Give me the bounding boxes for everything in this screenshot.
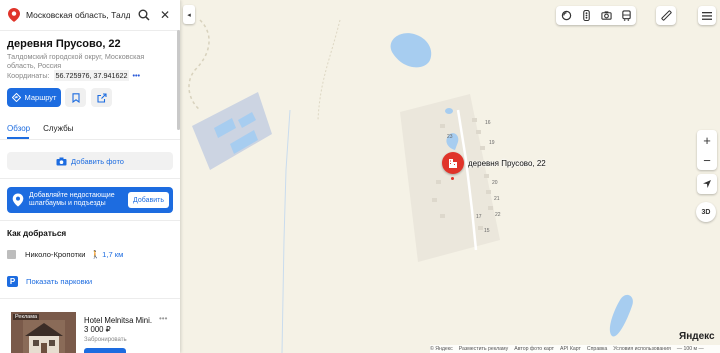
traffic-icon[interactable] xyxy=(576,6,596,25)
coordinates-label: Координаты: xyxy=(7,71,50,80)
station-distance: 🚶 1,7 км xyxy=(91,250,124,259)
hotel-photo xyxy=(23,320,65,353)
search-input[interactable]: Московская область, Талдомский xyxy=(26,10,130,20)
place-address: Талдомский городской округ, Московская о… xyxy=(7,52,145,70)
coordinates-value[interactable]: 56.725976, 37.941622 xyxy=(53,70,130,81)
house-number: 20 xyxy=(492,180,498,186)
collapse-panel-button[interactable]: ◂ xyxy=(183,5,195,24)
menu-button[interactable] xyxy=(698,6,716,25)
location-pin-icon xyxy=(12,193,24,207)
footer-photo-author-link[interactable]: Автор фото карт xyxy=(514,346,554,352)
tab-overview[interactable]: Обзор xyxy=(7,124,30,133)
dirt-track xyxy=(317,19,341,121)
house-number: 15 xyxy=(484,228,490,234)
lake xyxy=(609,294,633,337)
place-marker[interactable] xyxy=(442,152,464,174)
place-title: деревня Прусово, 22 xyxy=(7,38,121,50)
layers-icon[interactable] xyxy=(556,6,576,25)
route-button-label: Маршрут xyxy=(24,93,57,102)
ad-book-button[interactable] xyxy=(84,348,126,353)
bookmark-icon xyxy=(71,92,80,103)
ruler-icon[interactable] xyxy=(656,6,676,25)
promo-text: Добавляйте недостающие шлагбаумы и подъе… xyxy=(29,192,115,207)
zoom-in-button[interactable]: + xyxy=(697,130,717,150)
divider xyxy=(0,30,180,31)
map-layers-toolbar xyxy=(556,6,636,25)
close-icon[interactable]: ✕ xyxy=(160,9,170,21)
add-photo-label: Добавить фото xyxy=(71,156,124,166)
house-number: 19 xyxy=(489,140,495,146)
house-number: 23 xyxy=(447,134,453,140)
divider xyxy=(0,298,180,299)
yandex-logo: Яндекс xyxy=(679,331,715,342)
show-parking-label: Показать парковки xyxy=(26,277,93,286)
house-number: 17 xyxy=(476,214,482,220)
dirt-track xyxy=(188,19,210,111)
coordinates-row: Координаты: 56.725976, 37.941622 ••• xyxy=(7,70,140,81)
ad-status: Забронировать xyxy=(84,337,127,343)
ad-more-button[interactable]: ••• xyxy=(159,314,167,323)
place-panel: Московская область, Талдомский ✕ деревня… xyxy=(0,0,180,353)
footer-help-link[interactable]: Справка xyxy=(587,346,607,352)
station-name: Николо-Кропотки xyxy=(25,250,86,259)
promo-add-button[interactable]: Добавить xyxy=(128,192,169,208)
footer-copyright: © Яндекс xyxy=(430,346,453,352)
pond xyxy=(445,108,453,114)
marker-point xyxy=(451,177,454,180)
lake xyxy=(390,33,432,68)
footer-terms-link[interactable]: Условия использования xyxy=(613,346,671,352)
promo-banner: Добавляйте недостающие шлагбаумы и подъе… xyxy=(7,187,173,213)
parking-icon: P xyxy=(7,276,18,287)
coordinates-more-button[interactable]: ••• xyxy=(132,71,140,80)
camera-icon xyxy=(56,157,67,165)
scale-bar: — 100 м — xyxy=(676,346,704,352)
ad-badge: Реклама xyxy=(13,314,40,320)
ad-image[interactable]: Реклама xyxy=(11,312,76,353)
search-bar[interactable]: Московская область, Талдомский ✕ xyxy=(4,3,176,27)
location-pin-icon xyxy=(8,8,20,22)
panel-scrollbar[interactable] xyxy=(177,30,180,130)
search-icon[interactable] xyxy=(138,9,150,21)
walk-icon: 🚶 xyxy=(90,250,101,259)
marker-label: деревня Прусово, 22 xyxy=(468,159,546,168)
divider xyxy=(0,178,180,179)
menu-icon xyxy=(702,11,712,20)
my-location-button[interactable] xyxy=(697,174,717,194)
zoom-control: + − xyxy=(697,130,717,170)
directions-title: Как добраться xyxy=(7,229,67,238)
route-icon xyxy=(11,93,21,102)
divider xyxy=(0,220,180,221)
panorama-icon[interactable] xyxy=(596,6,616,25)
house-number: 22 xyxy=(495,212,501,218)
transit-icon[interactable] xyxy=(616,6,636,25)
map-tools-toolbar xyxy=(656,6,676,25)
ad-price: 3 000 ₽ xyxy=(84,325,111,334)
divider xyxy=(0,139,180,140)
place-tabs: Обзор Службы xyxy=(7,124,86,133)
share-button[interactable] xyxy=(91,88,112,107)
house-number: 21 xyxy=(494,196,500,202)
ad-hotel-name[interactable]: Hotel Melnitsa Mini. xyxy=(84,316,152,325)
show-parking-link[interactable]: P Показать парковки xyxy=(7,276,92,287)
station-distance-value: 1,7 км xyxy=(102,250,124,259)
footer-ad-link[interactable]: Разместить рекламу xyxy=(459,346,509,352)
stream xyxy=(281,109,291,353)
building-icon xyxy=(449,158,457,168)
station-icon xyxy=(7,250,16,259)
route-button[interactable]: Маршрут xyxy=(7,88,61,107)
house-number: 16 xyxy=(485,120,491,126)
bookmark-button[interactable] xyxy=(65,88,86,107)
share-icon xyxy=(96,92,107,103)
add-photo-button[interactable]: Добавить фото xyxy=(7,152,173,170)
map-footer: © Яндекс Разместить рекламу Автор фото к… xyxy=(430,345,720,353)
footer-api-link[interactable]: API Карт xyxy=(560,346,581,352)
tab-services[interactable]: Службы xyxy=(43,124,73,133)
nearest-station-row[interactable]: Николо-Кропотки 🚶 1,7 км xyxy=(7,250,123,259)
industrial-area xyxy=(192,92,272,170)
location-arrow-icon xyxy=(703,180,711,188)
zoom-out-button[interactable]: − xyxy=(697,150,717,170)
3d-button[interactable]: 3D xyxy=(696,202,716,222)
